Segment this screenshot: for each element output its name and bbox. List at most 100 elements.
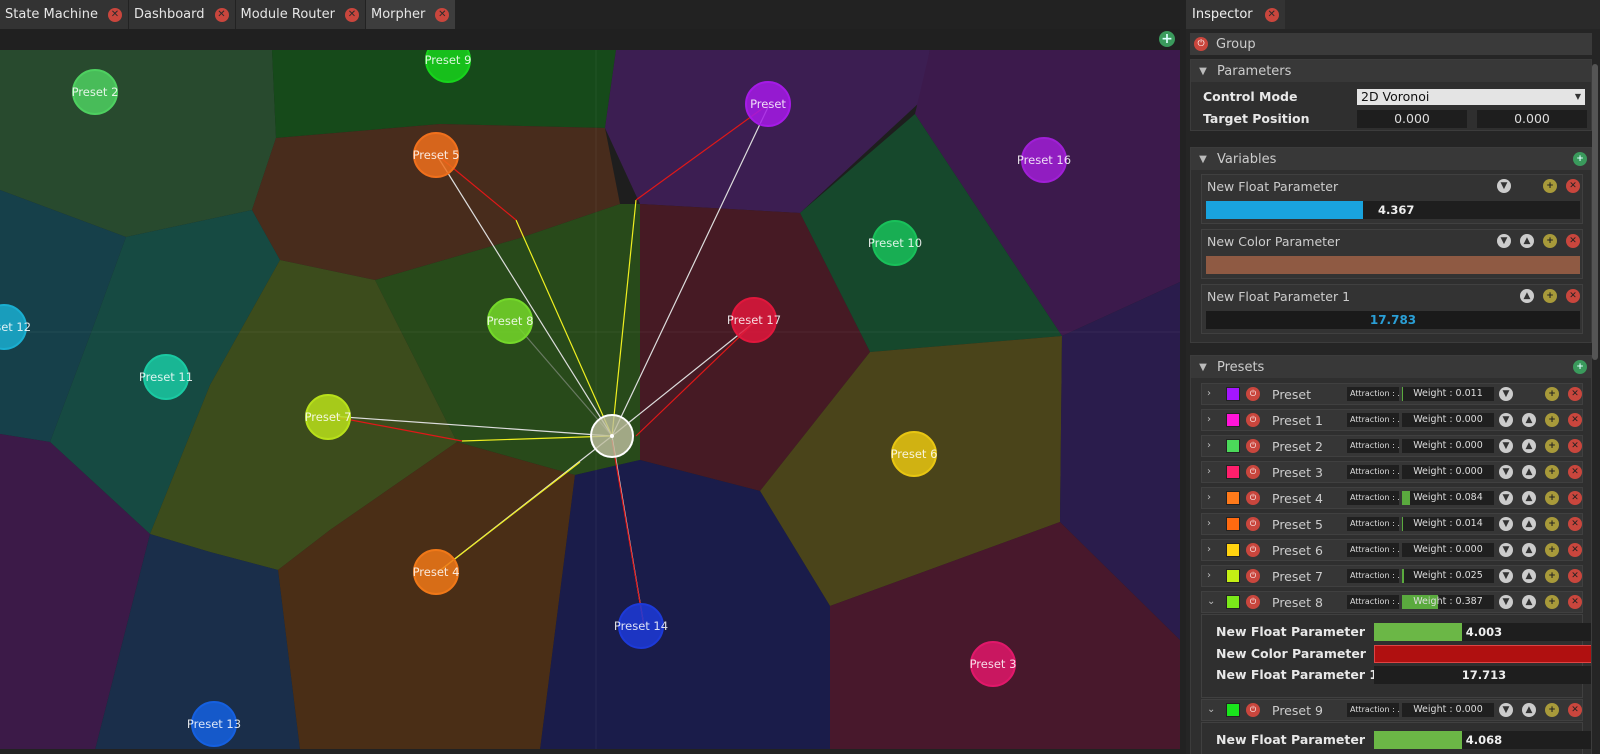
power-icon[interactable]: ⏻ [1246, 595, 1260, 609]
power-icon[interactable]: ⏻ [1246, 543, 1260, 557]
chevron-down-icon[interactable]: ⌄ [1207, 596, 1215, 607]
power-icon[interactable]: ⏻ [1246, 465, 1260, 479]
add-icon[interactable]: + [1545, 703, 1559, 717]
move-down-icon[interactable]: ▼ [1499, 387, 1513, 401]
preset-row[interactable]: ⌄ ⏻ Preset 8 Attraction : ... Weight : 0.387… [1201, 591, 1583, 613]
move-up-icon[interactable]: ▲ [1522, 517, 1536, 531]
move-down-icon[interactable]: ▼ [1499, 439, 1513, 453]
move-down-icon[interactable]: ▼ [1499, 569, 1513, 583]
power-icon[interactable]: ⏻ [1246, 439, 1260, 453]
move-down-icon[interactable]: ▼ [1499, 703, 1513, 717]
delete-icon[interactable]: ✕ [1568, 387, 1582, 401]
preset-node[interactable]: Preset 7 [305, 394, 352, 440]
move-up-icon[interactable]: ▲ [1522, 413, 1536, 427]
delete-icon[interactable]: ✕ [1568, 439, 1582, 453]
add-icon[interactable]: + [1543, 234, 1557, 248]
preset-row[interactable]: › ⏻ Preset 2 Attraction : ... Weight : 0.000… [1201, 435, 1583, 457]
power-icon[interactable]: ⏻ [1194, 37, 1208, 51]
preset-color-swatch[interactable] [1226, 465, 1240, 479]
move-up-icon[interactable]: ▲ [1522, 491, 1536, 505]
control-mode-select[interactable]: 2D Voronoi ▼ [1357, 89, 1585, 105]
delete-icon[interactable]: ✕ [1568, 413, 1582, 427]
preset-color-swatch[interactable] [1226, 703, 1240, 717]
add-icon[interactable]: + [1543, 289, 1557, 303]
preset-row[interactable]: › ⏻ Preset 7 Attraction : ... Weight : 0.025… [1201, 565, 1583, 587]
parameters-header[interactable]: ▼ Parameters [1191, 60, 1591, 82]
voronoi-canvas[interactable]: Preset 2 Preset 9 Preset Preset 16 Preset 5 P… [0, 50, 1180, 749]
chevron-right-icon[interactable]: › [1207, 414, 1211, 425]
delete-icon[interactable]: ✕ [1568, 517, 1582, 531]
chevron-right-icon[interactable]: › [1207, 570, 1211, 581]
close-icon[interactable]: ✕ [435, 7, 450, 22]
preset-node[interactable]: Preset 5 [413, 132, 460, 178]
attraction-field[interactable]: Attraction : ... [1347, 569, 1399, 583]
add-icon[interactable]: + [1545, 569, 1559, 583]
preset-row[interactable]: › ⏻ Preset 1 Attraction : ... Weight : 0.000… [1201, 409, 1583, 431]
target-x-field[interactable]: 0.000 [1357, 110, 1467, 128]
attraction-field[interactable]: Attraction : ... [1347, 517, 1399, 531]
preset-row[interactable]: ⌄ ⏻ Preset 9 Attraction : ... Weight : 0.000… [1201, 699, 1583, 721]
chevron-right-icon[interactable]: › [1207, 518, 1211, 529]
variables-header[interactable]: ▼ Variables + [1191, 148, 1591, 170]
float-field[interactable]: 17.783 [1206, 311, 1580, 329]
move-down-icon[interactable]: ▼ [1499, 491, 1513, 505]
presets-header[interactable]: ▼ Presets + [1191, 356, 1591, 378]
delete-icon[interactable]: ✕ [1568, 543, 1582, 557]
preset-color-swatch[interactable] [1226, 413, 1240, 427]
delete-icon[interactable]: ✕ [1568, 465, 1582, 479]
move-up-icon[interactable]: ▲ [1522, 569, 1536, 583]
power-icon[interactable]: ⏻ [1246, 387, 1260, 401]
preset-color-swatch[interactable] [1226, 543, 1240, 557]
close-icon[interactable]: ✕ [107, 7, 122, 22]
chevron-down-icon[interactable]: ⌄ [1207, 704, 1215, 715]
preset-row[interactable]: › ⏻ Preset 3 Attraction : ... Weight : 0.000… [1201, 461, 1583, 483]
float-slider[interactable]: 4.068 [1374, 731, 1591, 749]
attraction-field[interactable]: Attraction : ... [1347, 703, 1399, 717]
float-field[interactable]: 17.713 [1374, 666, 1591, 684]
chevron-right-icon[interactable]: › [1207, 388, 1211, 399]
move-up-icon[interactable]: ▲ [1520, 289, 1534, 303]
delete-icon[interactable]: ✕ [1568, 703, 1582, 717]
tab-dashboard[interactable]: Dashboard ✕ [128, 0, 236, 29]
move-down-icon[interactable]: ▼ [1497, 179, 1511, 193]
add-icon[interactable]: + [1545, 465, 1559, 479]
preset-node[interactable]: Preset 3 [970, 641, 1017, 687]
preset-node[interactable]: Preset 6 [891, 431, 938, 477]
attraction-field[interactable]: Attraction : ... [1347, 387, 1399, 401]
close-icon[interactable]: ✕ [345, 7, 359, 22]
delete-icon[interactable]: ✕ [1568, 569, 1582, 583]
preset-node[interactable]: Preset 2 [72, 69, 119, 115]
color-swatch[interactable] [1206, 256, 1580, 274]
preset-row[interactable]: › ⏻ Preset 5 Attraction : ... Weight : 0.014… [1201, 513, 1583, 535]
preset-row[interactable]: › ⏻ Preset 6 Attraction : ... Weight : 0.000… [1201, 539, 1583, 561]
add-icon[interactable]: + [1543, 179, 1557, 193]
move-down-icon[interactable]: ▼ [1499, 465, 1513, 479]
preset-node[interactable]: Preset [745, 81, 791, 127]
add-icon[interactable]: + [1545, 595, 1559, 609]
preset-color-swatch[interactable] [1226, 387, 1240, 401]
tab-module-router[interactable]: Module Router ✕ [235, 0, 366, 29]
delete-icon[interactable]: ✕ [1568, 595, 1582, 609]
morpher-viewport[interactable]: + Preset 2 Preset 9 Preset Preset 16 Pre… [0, 29, 1180, 749]
delete-icon[interactable]: ✕ [1566, 179, 1580, 193]
attraction-field[interactable]: Attraction : ... [1347, 491, 1399, 505]
move-down-icon[interactable]: ▼ [1497, 234, 1511, 248]
preset-color-swatch[interactable] [1226, 491, 1240, 505]
preset-row[interactable]: › ⏻ Preset 4 Attraction : ... Weight : 0.084… [1201, 487, 1583, 509]
attraction-field[interactable]: Attraction : ... [1347, 595, 1399, 609]
move-up-icon[interactable]: ▲ [1522, 439, 1536, 453]
move-up-icon[interactable]: ▲ [1522, 465, 1536, 479]
move-down-icon[interactable]: ▼ [1499, 595, 1513, 609]
add-icon[interactable]: + [1545, 413, 1559, 427]
chevron-right-icon[interactable]: › [1207, 492, 1211, 503]
add-icon[interactable]: + [1545, 543, 1559, 557]
preset-color-swatch[interactable] [1226, 569, 1240, 583]
delete-icon[interactable]: ✕ [1566, 289, 1580, 303]
attraction-field[interactable]: Attraction : ... [1347, 439, 1399, 453]
preset-row[interactable]: › ⏻ Preset Attraction : ... Weight : 0.011 ▼ +… [1201, 383, 1583, 405]
group-header[interactable]: ⏻ Group [1190, 33, 1592, 55]
add-icon[interactable]: + [1545, 439, 1559, 453]
float-slider[interactable]: 4.003 [1374, 623, 1591, 641]
preset-node[interactable]: Preset 4 [413, 549, 460, 595]
add-icon[interactable]: + [1545, 517, 1559, 531]
